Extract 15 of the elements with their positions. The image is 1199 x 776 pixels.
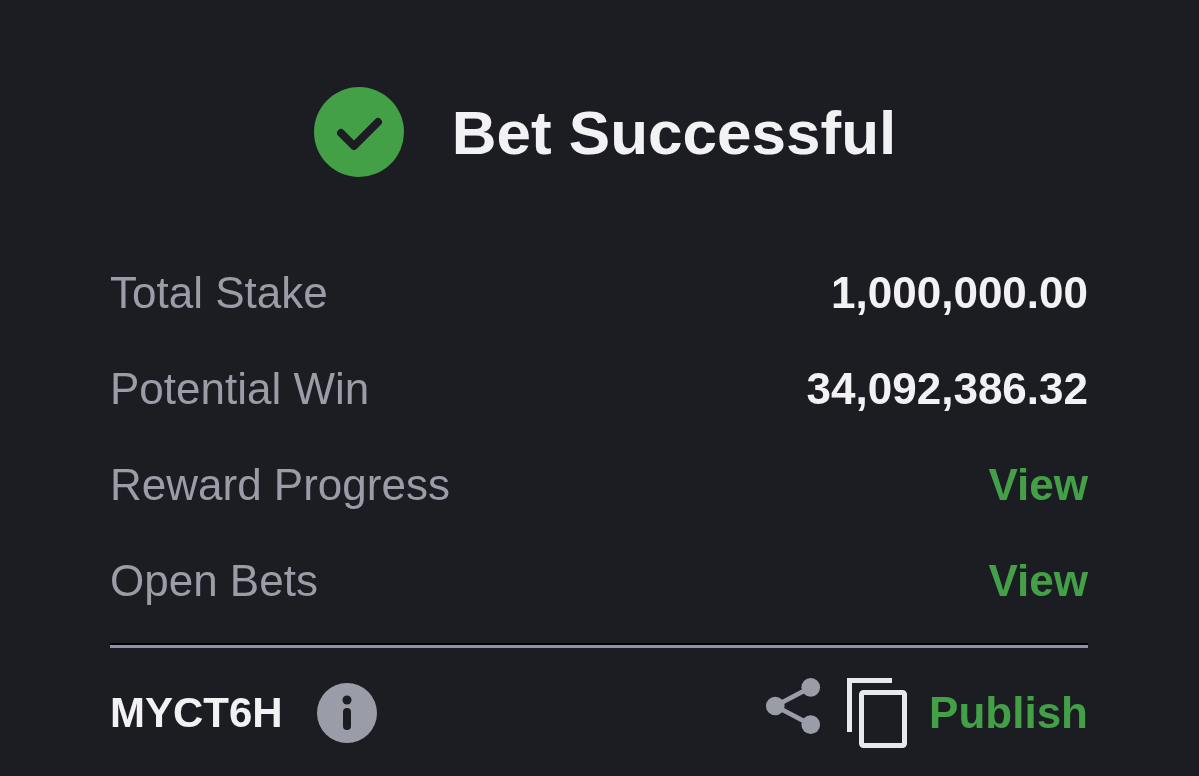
bet-code: MYCT6H <box>110 689 283 737</box>
info-icon[interactable] <box>316 683 377 743</box>
view-link[interactable]: View <box>988 460 1088 510</box>
row-label: Open Bets <box>110 556 318 606</box>
share-icon[interactable] <box>765 677 822 735</box>
checkmark-circle-icon <box>313 87 404 177</box>
amount-value: 1,000,000.00 <box>831 268 1088 318</box>
amount-value: 34,092,386.32 <box>806 364 1088 414</box>
row-label: Potential Win <box>110 364 370 414</box>
dialog-title: Bet Successful <box>451 96 897 168</box>
row-label: Total Stake <box>110 268 328 318</box>
publish-button[interactable]: Publish <box>929 688 1088 738</box>
row-label: Reward Progress <box>110 460 450 510</box>
copy-icon[interactable] <box>847 678 908 748</box>
view-link[interactable]: View <box>988 556 1088 606</box>
